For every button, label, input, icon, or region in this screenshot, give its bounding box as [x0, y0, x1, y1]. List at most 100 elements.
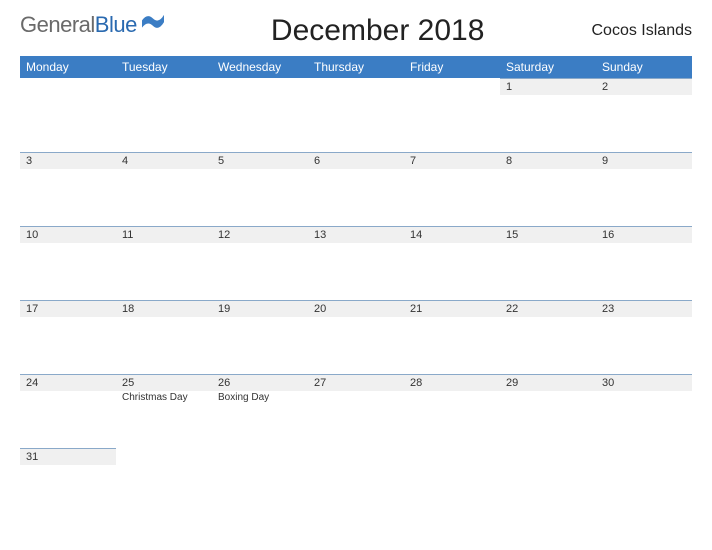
calendar-cell: 29 [500, 374, 596, 448]
calendar-cell: 22 [500, 300, 596, 374]
calendar-cell [308, 448, 404, 522]
date-number: 20 [308, 300, 404, 317]
date-number: 7 [404, 152, 500, 169]
calendar-cell [116, 448, 212, 522]
calendar-cell: 11 [116, 226, 212, 300]
logo: GeneralBlue [20, 12, 164, 38]
date-number: 17 [20, 300, 116, 317]
logo-text: GeneralBlue [20, 12, 137, 38]
calendar-cell: 13 [308, 226, 404, 300]
date-number: 4 [116, 152, 212, 169]
date-number: 16 [596, 226, 692, 243]
calendar-cell [20, 78, 116, 152]
date-number: 18 [116, 300, 212, 317]
calendar-cell [404, 78, 500, 152]
day-header: Wednesday [212, 56, 308, 78]
date-number: 15 [500, 226, 596, 243]
date-number: 12 [212, 226, 308, 243]
calendar-week: 12 [20, 78, 692, 152]
calendar-cell: 18 [116, 300, 212, 374]
calendar-cell: 30 [596, 374, 692, 448]
calendar-cell: 23 [596, 300, 692, 374]
date-number: 24 [20, 374, 116, 391]
date-number: 14 [404, 226, 500, 243]
date-number: 10 [20, 226, 116, 243]
date-number: 28 [404, 374, 500, 391]
date-number [500, 448, 596, 465]
calendar-cell: 6 [308, 152, 404, 226]
date-number [596, 448, 692, 465]
date-number [404, 78, 500, 95]
calendar-cell: 28 [404, 374, 500, 448]
calendar-body: 1234567891011121314151617181920212223242… [20, 78, 692, 522]
calendar-week: 3456789 [20, 152, 692, 226]
date-number [404, 448, 500, 465]
header: GeneralBlue December 2018 Cocos Islands [20, 12, 692, 48]
date-number: 21 [404, 300, 500, 317]
day-header: Thursday [308, 56, 404, 78]
calendar: Monday Tuesday Wednesday Thursday Friday… [20, 56, 692, 522]
calendar-week: 31 [20, 448, 692, 522]
date-number: 11 [116, 226, 212, 243]
day-header: Friday [404, 56, 500, 78]
calendar-cell: 31 [20, 448, 116, 522]
date-number [116, 448, 212, 465]
day-header: Saturday [500, 56, 596, 78]
calendar-week: 10111213141516 [20, 226, 692, 300]
calendar-cell [116, 78, 212, 152]
calendar-cell: 12 [212, 226, 308, 300]
date-number: 27 [308, 374, 404, 391]
date-number: 1 [500, 78, 596, 95]
calendar-cell: 8 [500, 152, 596, 226]
date-number: 3 [20, 152, 116, 169]
calendar-cell: 17 [20, 300, 116, 374]
day-header: Monday [20, 56, 116, 78]
calendar-cell: 2 [596, 78, 692, 152]
calendar-cell: 15 [500, 226, 596, 300]
calendar-cell: 9 [596, 152, 692, 226]
calendar-cell: 5 [212, 152, 308, 226]
calendar-cell: 16 [596, 226, 692, 300]
day-header: Tuesday [116, 56, 212, 78]
calendar-cell [212, 448, 308, 522]
holiday-label: Boxing Day [212, 391, 308, 403]
calendar-cell: 21 [404, 300, 500, 374]
date-number [308, 448, 404, 465]
date-number: 2 [596, 78, 692, 95]
calendar-cell: 14 [404, 226, 500, 300]
date-number: 31 [20, 448, 116, 465]
date-number: 8 [500, 152, 596, 169]
calendar-cell: 24 [20, 374, 116, 448]
date-number: 30 [596, 374, 692, 391]
date-number: 5 [212, 152, 308, 169]
calendar-cell [308, 78, 404, 152]
calendar-week: 2425Christmas Day26Boxing Day27282930 [20, 374, 692, 448]
calendar-cell [212, 78, 308, 152]
date-number: 22 [500, 300, 596, 317]
calendar-cell: 3 [20, 152, 116, 226]
calendar-cell [500, 448, 596, 522]
day-header-row: Monday Tuesday Wednesday Thursday Friday… [20, 56, 692, 78]
date-number: 26 [212, 374, 308, 391]
date-number: 9 [596, 152, 692, 169]
date-number: 13 [308, 226, 404, 243]
calendar-cell: 27 [308, 374, 404, 448]
calendar-cell: 10 [20, 226, 116, 300]
date-number [116, 78, 212, 95]
region-label: Cocos Islands [592, 22, 693, 40]
date-number: 29 [500, 374, 596, 391]
date-number [212, 78, 308, 95]
page-title: December 2018 [164, 14, 592, 48]
date-number [212, 448, 308, 465]
calendar-week: 17181920212223 [20, 300, 692, 374]
logo-wave-icon [142, 14, 164, 34]
calendar-cell: 7 [404, 152, 500, 226]
day-header: Sunday [596, 56, 692, 78]
calendar-cell [404, 448, 500, 522]
calendar-cell: 19 [212, 300, 308, 374]
calendar-cell: 4 [116, 152, 212, 226]
calendar-cell [596, 448, 692, 522]
calendar-cell: 20 [308, 300, 404, 374]
calendar-cell: 25Christmas Day [116, 374, 212, 448]
date-number: 6 [308, 152, 404, 169]
